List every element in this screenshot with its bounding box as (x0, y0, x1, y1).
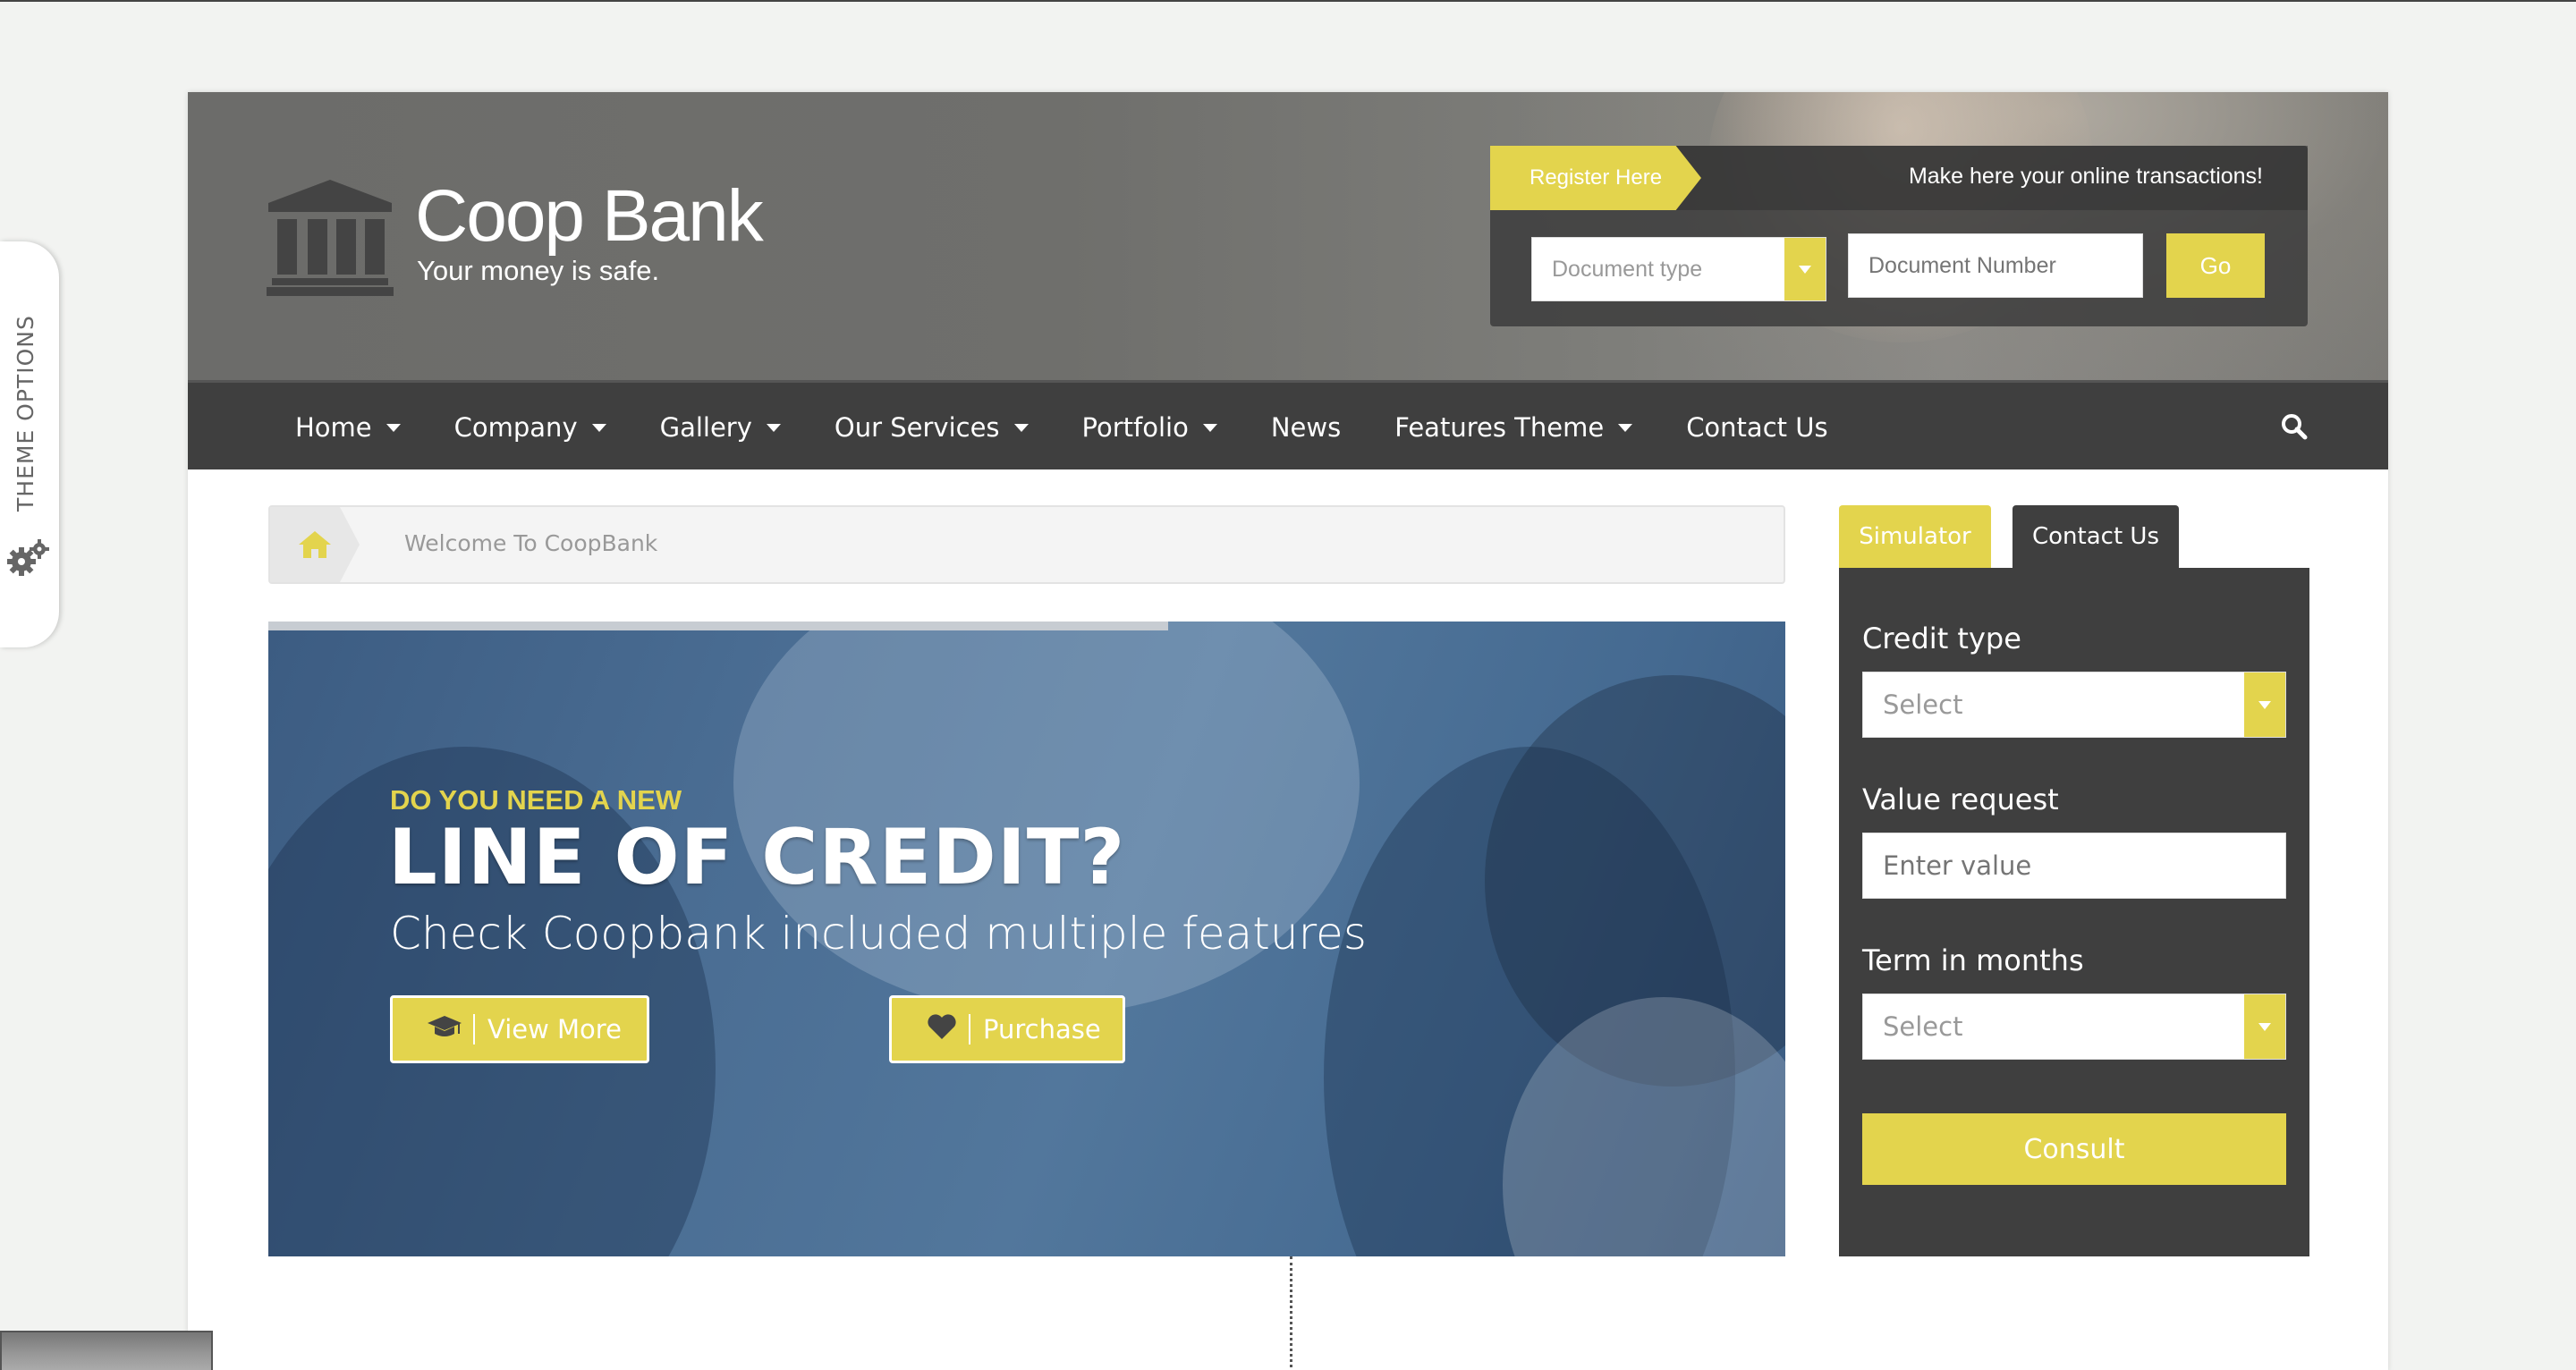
caret-down-icon (591, 423, 606, 432)
graduation-cap-icon (427, 1014, 462, 1045)
theme-options-label[interactable]: THEME OPTIONS (13, 315, 38, 512)
nav-item-label: Gallery (659, 412, 752, 443)
dotted-divider (1290, 1256, 1292, 1370)
login-message: Make here your online transactions! (1908, 164, 2263, 189)
caret-down-icon (1013, 423, 1029, 432)
nav-item-label: Features Theme (1394, 412, 1605, 443)
nav-item-news[interactable]: News (1271, 412, 1341, 443)
heart-icon (926, 1012, 958, 1047)
chevron-down-icon[interactable] (2244, 672, 2285, 737)
credit-type-select[interactable]: Select (1862, 672, 2286, 738)
register-here-button[interactable]: Register Here (1490, 146, 1701, 210)
brand-tagline: Your money is safe. (417, 255, 660, 286)
bank-building-icon[interactable] (267, 176, 394, 300)
button-separator (473, 1014, 475, 1044)
chevron-down-icon[interactable] (2244, 994, 2285, 1059)
caret-down-icon (1202, 423, 1217, 432)
nav-item-our-services[interactable]: Our Services (835, 412, 1029, 443)
nav-item-label: Company (453, 412, 578, 443)
home-icon[interactable] (270, 507, 360, 582)
search-icon[interactable] (2281, 413, 2308, 444)
slider-progress-bar (268, 622, 1168, 630)
site-header: Coop Bank Your money is safe. Register H… (188, 92, 2388, 380)
document-number-input[interactable] (1848, 233, 2143, 298)
document-type-placeholder: Document type (1552, 256, 1703, 282)
hero-kicker: DO YOU NEED A NEW (390, 784, 682, 816)
credit-type-label: Credit type (1862, 622, 2021, 655)
nav-item-features-theme[interactable]: Features Theme (1394, 412, 1633, 443)
nav-item-gallery[interactable]: Gallery (660, 412, 781, 443)
purchase-button[interactable]: Purchase (889, 995, 1125, 1063)
term-in-months-value: Select (1883, 1011, 1963, 1042)
view-more-button[interactable]: View More (390, 995, 649, 1063)
hero-subtitle: Check Coopbank included multiple feature… (390, 908, 1367, 960)
video-thumbnail[interactable] (0, 1331, 213, 1370)
breadcrumb: Welcome To CoopBank (268, 505, 1785, 584)
nav-item-label: Contact Us (1686, 412, 1828, 443)
breadcrumb-current: Welcome To CoopBank (404, 530, 658, 556)
consult-button[interactable]: Consult (1862, 1113, 2286, 1185)
tab-simulator[interactable]: Simulator (1839, 505, 1991, 584)
main-navigation: Home Company Gallery Our Services Portfo… (188, 380, 2388, 469)
credit-type-value: Select (1883, 689, 1963, 720)
nav-item-label: Home (295, 412, 372, 443)
hero-slider: DO YOU NEED A NEW LINE OF CREDIT? Check … (268, 622, 1785, 1256)
purchase-label: Purchase (983, 1014, 1101, 1044)
hero-title: LINE OF CREDIT? (388, 813, 1126, 902)
tab-contact-us[interactable]: Contact Us (2012, 505, 2179, 568)
nav-item-label: News (1270, 412, 1342, 443)
online-login-box: Register Here Make here your online tran… (1490, 146, 2308, 326)
caret-down-icon (1618, 423, 1633, 432)
document-type-select[interactable]: Document type (1531, 237, 1826, 301)
nav-item-company[interactable]: Company (454, 412, 606, 443)
page-frame: Coop Bank Your money is safe. Register H… (188, 92, 2388, 1370)
simulator-panel: Credit type Select Value request Term in… (1839, 568, 2309, 1256)
brand-name[interactable]: Coop Bank (415, 174, 764, 258)
term-in-months-select[interactable]: Select (1862, 994, 2286, 1060)
nav-item-home[interactable]: Home (295, 412, 401, 443)
nav-item-label: Our Services (834, 412, 1000, 443)
go-button[interactable]: Go (2166, 233, 2265, 298)
caret-down-icon (766, 423, 781, 432)
chevron-down-icon[interactable] (1784, 238, 1826, 300)
gears-icon[interactable] (5, 537, 52, 583)
caret-down-icon (386, 423, 401, 432)
term-in-months-label: Term in months (1862, 943, 2084, 977)
nav-item-label: Portfolio (1081, 412, 1189, 443)
value-request-input[interactable] (1862, 833, 2286, 899)
nav-item-contact-us[interactable]: Contact Us (1686, 412, 1827, 443)
button-separator (969, 1014, 970, 1044)
value-request-label: Value request (1862, 782, 2059, 816)
nav-item-portfolio[interactable]: Portfolio (1082, 412, 1217, 443)
view-more-label: View More (487, 1014, 622, 1044)
